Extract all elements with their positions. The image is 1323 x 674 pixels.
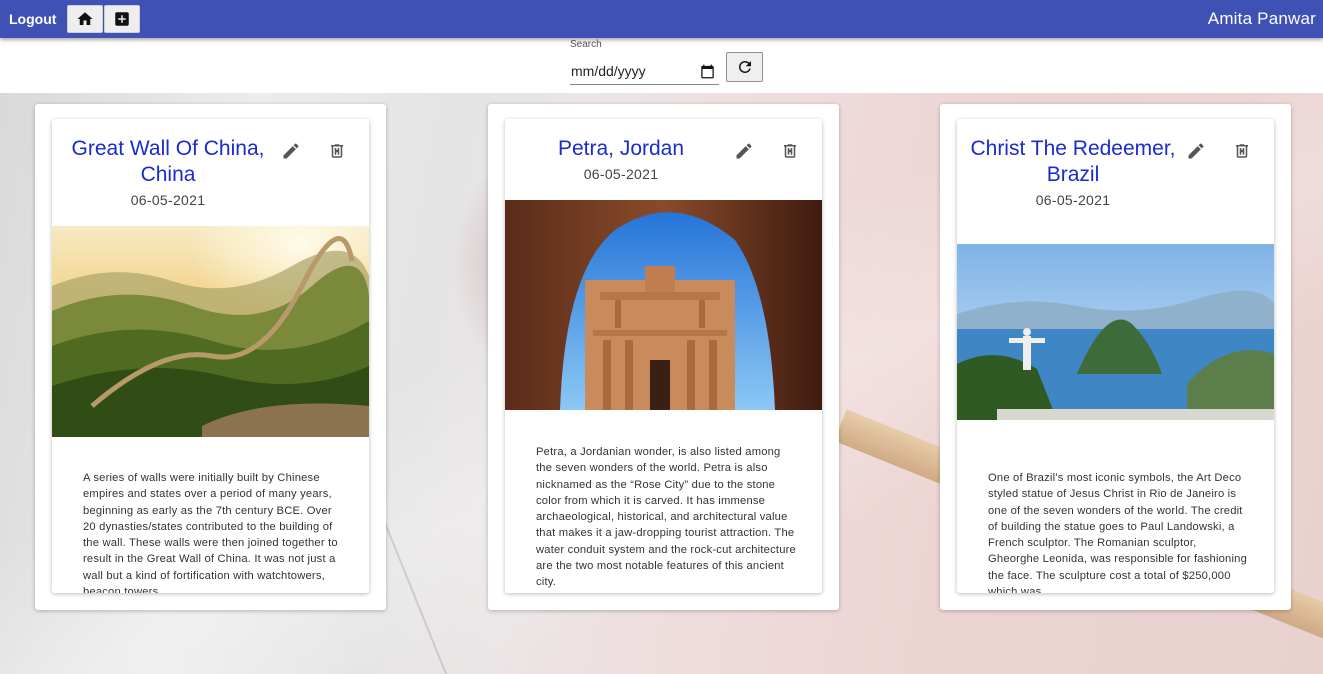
post-date: 06-05-2021 (1035, 192, 1111, 208)
post-card: Great Wall Of China, China 06-05-2021 A … (35, 104, 386, 610)
post-image-christ-redeemer (957, 244, 1274, 420)
delete-button[interactable] (325, 139, 349, 163)
post-title: Christ The Redeemer, Brazil (970, 137, 1176, 186)
home-button[interactable] (67, 5, 103, 33)
edit-button[interactable] (1184, 139, 1208, 163)
post-card-content: Petra, Jordan 06-05-2021 Petra, a Jordan… (505, 119, 822, 593)
logout-button[interactable]: Logout (9, 11, 56, 27)
delete-button[interactable] (778, 139, 802, 163)
post-card-content: Great Wall Of China, China 06-05-2021 A … (52, 119, 369, 593)
edit-button[interactable] (279, 139, 303, 163)
search-label: Search (570, 39, 602, 50)
post-card-content: Christ The Redeemer, Brazil 06-05-2021 O… (957, 119, 1274, 593)
post-card: Christ The Redeemer, Brazil 06-05-2021 O… (940, 104, 1291, 610)
delete-button[interactable] (1230, 139, 1254, 163)
post-description: One of Brazil’s most iconic symbols, the… (988, 472, 1247, 593)
post-image-great-wall (52, 226, 369, 437)
home-icon (77, 12, 93, 25)
pencil-icon (283, 143, 299, 159)
user-name: Amita Panwar (1207, 9, 1316, 28)
refresh-icon (738, 61, 751, 73)
post-date: 06-05-2021 (583, 166, 659, 182)
date-placeholder: mm/dd/yyyy (571, 63, 646, 79)
post-title: Great Wall Of China, China (71, 137, 265, 186)
calendar-icon[interactable] (700, 64, 715, 79)
trash-icon (784, 144, 796, 158)
pencil-icon (1188, 143, 1204, 159)
post-image-petra (505, 200, 822, 410)
app-bar: Logout Amita Panwar (0, 0, 1323, 38)
search-bar: Search mm/dd/yyyy (0, 38, 1323, 93)
edit-button[interactable] (732, 139, 756, 163)
search-date-input[interactable]: mm/dd/yyyy (570, 58, 719, 85)
post-date: 06-05-2021 (130, 192, 206, 208)
add-post-button[interactable] (104, 5, 140, 33)
post-description: A series of walls were initially built b… (83, 472, 338, 593)
trash-icon (1236, 144, 1248, 158)
pencil-icon (736, 143, 752, 159)
refresh-button[interactable] (726, 52, 763, 82)
add-box-icon (115, 12, 129, 26)
trash-icon (331, 144, 343, 158)
post-title: Petra, Jordan (557, 137, 685, 160)
post-description: Petra, a Jordanian wonder, is also liste… (536, 446, 796, 589)
post-card: Petra, Jordan 06-05-2021 Petra, a Jordan… (488, 104, 839, 610)
